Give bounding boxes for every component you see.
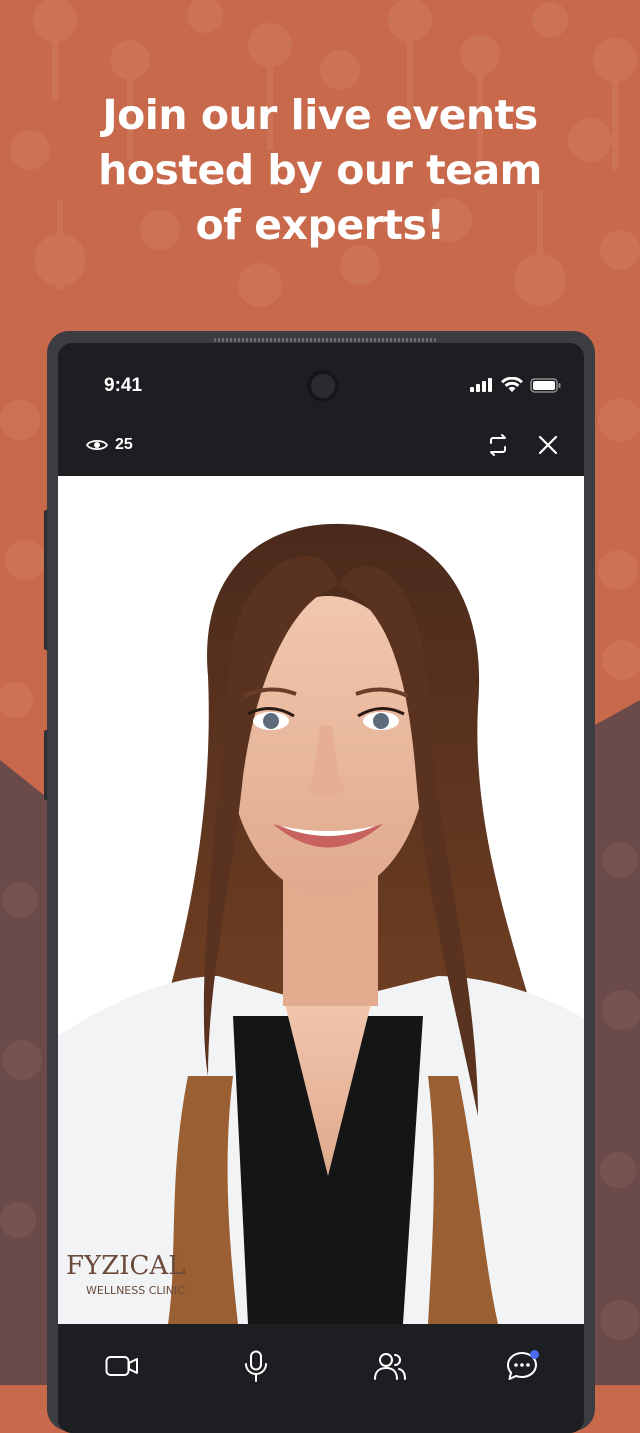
battery-icon — [530, 377, 561, 393]
signal-icon — [470, 378, 492, 392]
participants-icon — [374, 1353, 406, 1380]
coat-logo-subtitle: WELLNESS CLINIC — [86, 1284, 185, 1297]
close-button[interactable] — [534, 431, 562, 459]
video-toggle-button[interactable] — [102, 1346, 142, 1386]
wifi-icon — [501, 377, 523, 392]
headline: Join our live events hosted by our team … — [0, 88, 640, 253]
status-time: 9:41 — [104, 375, 143, 396]
viewer-count: 25 — [115, 436, 133, 453]
front-camera — [307, 370, 339, 402]
participants-button[interactable] — [370, 1346, 410, 1386]
close-icon — [538, 435, 558, 455]
headline-line-1: Join our live events — [102, 91, 538, 139]
phone-frame: 9:41 25 FYZICAL WELLNESS CLINIC — [47, 331, 595, 1433]
live-actions — [484, 431, 562, 459]
headline-line-3: of experts! — [195, 201, 445, 249]
status-icons — [470, 377, 562, 393]
microphone-icon — [245, 1350, 267, 1382]
phone-screen: 9:41 25 FYZICAL WELLNESS CLINIC — [58, 343, 584, 1433]
switch-camera-icon — [490, 434, 506, 456]
headline-line-2: hosted by our team — [98, 146, 542, 194]
live-video-feed: FYZICAL WELLNESS CLINIC — [58, 476, 584, 1324]
presenter-portrait: FYZICAL WELLNESS CLINIC — [58, 523, 584, 1324]
viewer-counter: 25 — [86, 436, 133, 454]
speaker-grill — [214, 338, 436, 342]
coat-logo: FYZICAL — [66, 1251, 185, 1281]
eye-icon — [86, 439, 108, 451]
live-toolbar — [58, 1324, 584, 1433]
switch-camera-button[interactable] — [484, 431, 512, 459]
video-camera-icon — [105, 1356, 138, 1376]
microphone-toggle-button[interactable] — [236, 1346, 276, 1386]
notification-dot — [530, 1350, 539, 1359]
chat-button[interactable] — [502, 1346, 542, 1386]
